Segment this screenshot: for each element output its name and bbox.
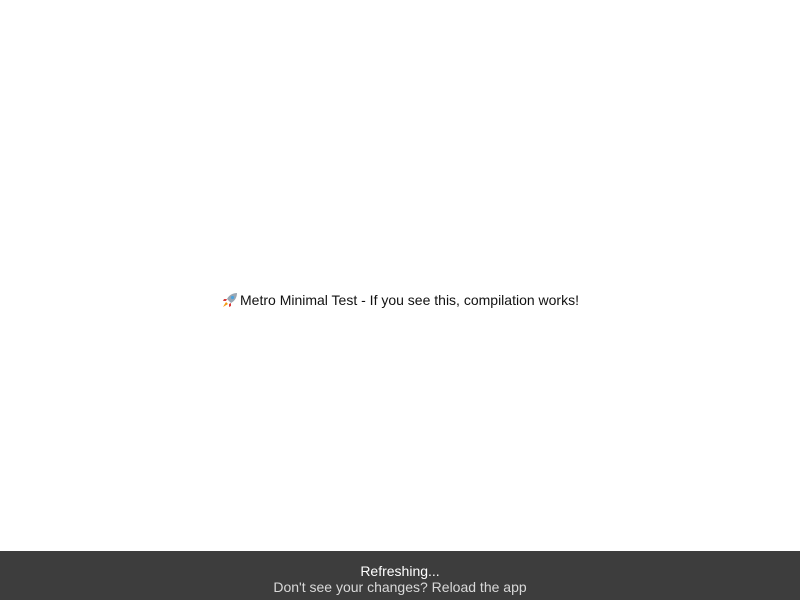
test-message-text: Metro Minimal Test - If you see this, co… — [240, 292, 579, 308]
rocket-icon — [221, 291, 239, 309]
refresh-banner: Refreshing... Don't see your changes? Re… — [0, 551, 800, 600]
test-message: Metro Minimal Test - If you see this, co… — [0, 290, 800, 310]
app-root: Metro Minimal Test - If you see this, co… — [0, 0, 800, 551]
reload-app-link[interactable]: Don't see your changes? Reload the app — [0, 578, 800, 596]
